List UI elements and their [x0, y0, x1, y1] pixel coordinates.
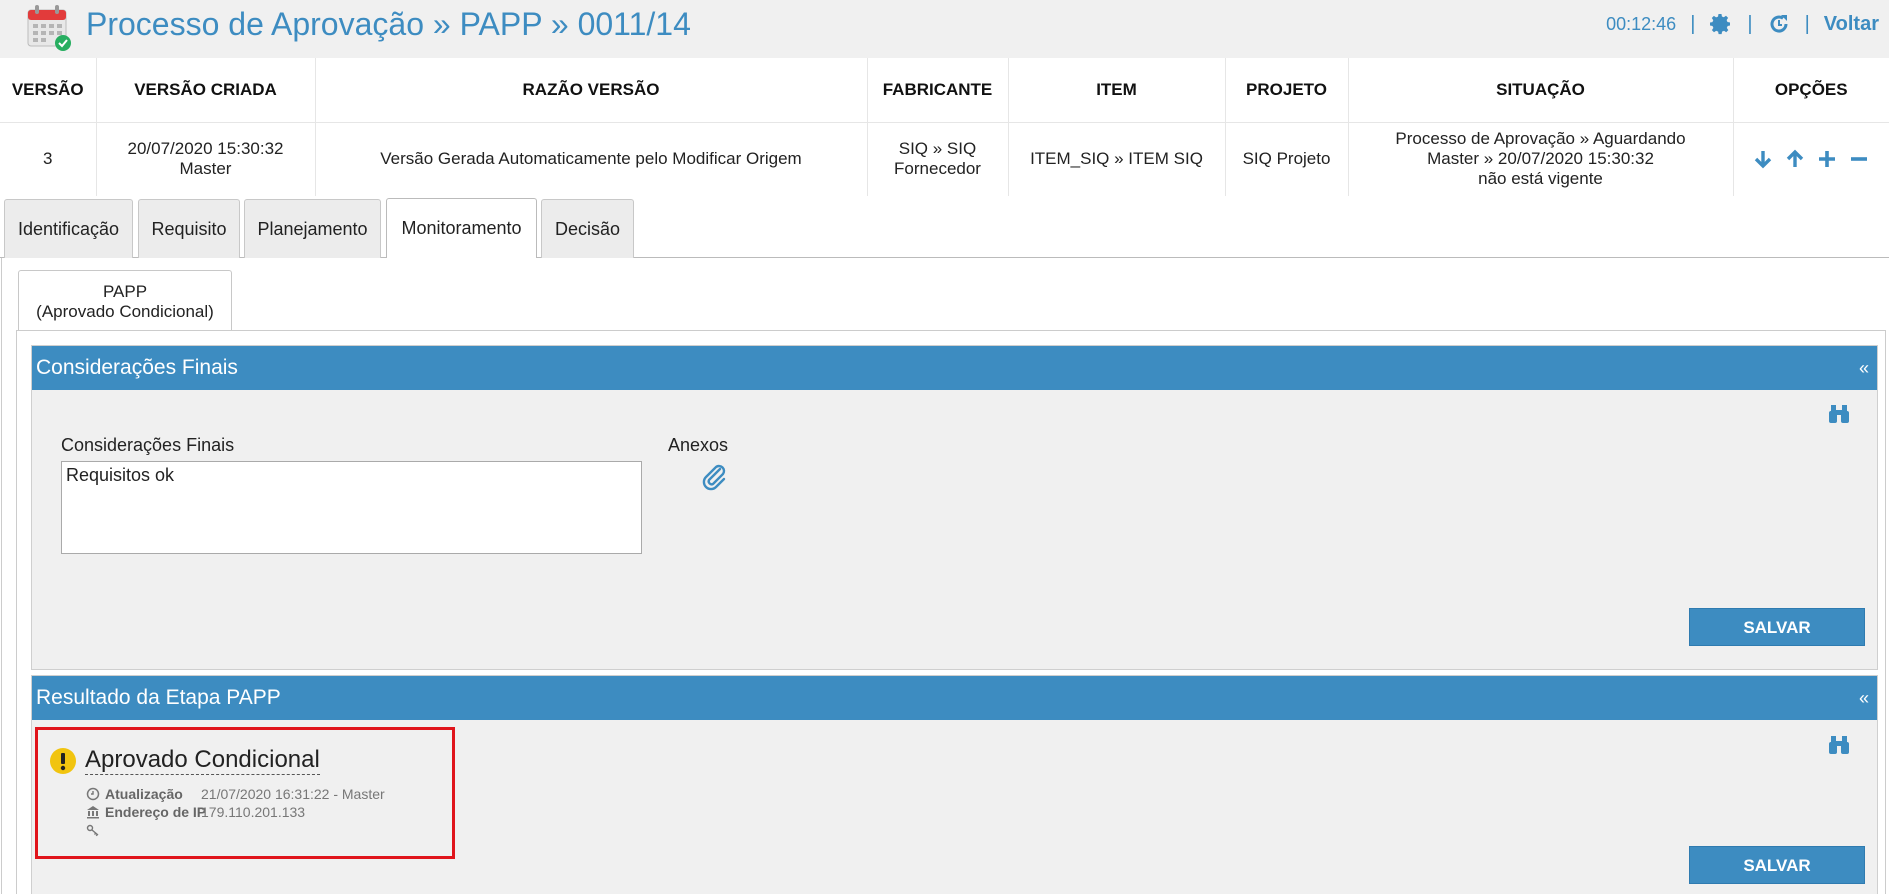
section-title: Considerações Finais: [36, 356, 238, 379]
section-title: Resultado da Etapa PAPP: [36, 686, 281, 709]
column-header: OPÇÕES: [1733, 58, 1889, 123]
tab-decisao[interactable]: Decisão: [541, 199, 634, 258]
minus-icon[interactable]: [1848, 148, 1870, 170]
update-row: Atualização 21/07/2020 16:31:22 - Master: [85, 786, 385, 802]
resultado-section: Resultado da Etapa PAPP « Aprovado Condi…: [31, 675, 1878, 894]
option-icons: [1740, 148, 1884, 170]
section-header[interactable]: Considerações Finais «: [32, 346, 1877, 390]
tab-requisito[interactable]: Requisito: [138, 199, 240, 258]
tab-planejamento[interactable]: Planejamento: [244, 199, 381, 258]
save-button[interactable]: SALVAR: [1689, 608, 1865, 646]
arrow-down-icon[interactable]: [1752, 148, 1774, 170]
key-icon: [86, 824, 99, 837]
clock-icon: [86, 787, 100, 801]
tab-identificacao[interactable]: Identificação: [4, 199, 133, 258]
table-header-row: VERSÃO VERSÃO CRIADA RAZÃO VERSÃO FABRIC…: [0, 58, 1889, 123]
manufacturer-line: Fornecedor: [894, 159, 981, 179]
result-status[interactable]: Aprovado Condicional: [85, 746, 320, 775]
ip-value: 179.110.201.133: [201, 804, 306, 820]
consideracoes-textarea[interactable]: Requisitos ok: [61, 461, 642, 554]
consideracoes-section: Considerações Finais « Considerações Fin…: [31, 345, 1878, 670]
status: Processo de Aprovação » Aguardando Maste…: [1348, 122, 1734, 196]
status-line: Master » 20/07/2020 15:30:32: [1427, 149, 1654, 169]
subtab-title: PAPP: [102, 282, 148, 301]
subtab-papp[interactable]: PAPP (Aprovado Condicional): [18, 270, 232, 330]
tab-content: PAPP (Aprovado Condicional) Consideraçõe…: [1, 258, 1889, 894]
collapse-toggle[interactable]: «: [1859, 346, 1869, 390]
created-date: 20/07/2020 15:30:32: [127, 139, 284, 159]
ip-row: Endereço de IP179.110.201.133: [85, 804, 305, 820]
tab-monitoramento[interactable]: Monitoramento: [386, 198, 537, 258]
session-timer: 00:12:46: [1606, 13, 1677, 34]
version-reason: Versão Gerada Automaticamente pelo Modif…: [315, 122, 868, 196]
item: ITEM_SIQ » ITEM SIQ: [1008, 122, 1226, 196]
subtab-status: (Aprovado Condicional): [36, 302, 214, 321]
field-label: Considerações Finais: [61, 435, 235, 455]
version-table: VERSÃO VERSÃO CRIADA RAZÃO VERSÃO FABRIC…: [0, 58, 1889, 196]
binoculars-icon[interactable]: [1827, 734, 1851, 756]
manufacturer-line: SIQ » SIQ: [898, 139, 977, 159]
status-line: Processo de Aprovação » Aguardando: [1395, 129, 1686, 149]
paperclip-icon[interactable]: [700, 462, 730, 492]
section-header[interactable]: Resultado da Etapa PAPP «: [32, 676, 1877, 720]
column-header: SITUAÇÃO: [1348, 58, 1734, 123]
key-row: [85, 822, 105, 838]
options: [1733, 122, 1889, 196]
separator: |: [1747, 12, 1753, 35]
arrow-up-icon[interactable]: [1784, 148, 1806, 170]
plus-icon[interactable]: [1816, 148, 1838, 170]
collapse-toggle[interactable]: «: [1859, 676, 1869, 720]
project: SIQ Projeto: [1225, 122, 1349, 196]
column-header: PROJETO: [1225, 58, 1349, 123]
gear-icon[interactable]: [1709, 12, 1733, 36]
page-header: Processo de Aprovação » PAPP » 0011/14 0…: [0, 0, 1889, 58]
separator: |: [1690, 12, 1696, 35]
column-header: FABRICANTE: [867, 58, 1009, 123]
created-user: Master: [179, 159, 232, 179]
calendar-check-icon: [27, 5, 71, 51]
bank-icon: [87, 806, 99, 819]
column-header: RAZÃO VERSÃO: [315, 58, 868, 123]
update-value: 21/07/2020 16:31:22 - Master: [201, 786, 385, 802]
header-actions: 00:12:46 | | | Voltar: [1606, 12, 1879, 36]
main-tabs: Identificação Requisito Planejamento Mon…: [0, 196, 1889, 258]
separator: |: [1804, 12, 1810, 35]
warning-icon: [50, 748, 76, 774]
version-number: 3: [0, 122, 97, 196]
column-header: ITEM: [1008, 58, 1226, 123]
binoculars-icon[interactable]: [1827, 403, 1851, 425]
column-header: VERSÃO CRIADA: [96, 58, 316, 123]
table-row: 3 20/07/2020 15:30:32 Master Versão Gera…: [0, 122, 1889, 196]
column-header: VERSÃO: [0, 58, 97, 123]
result-highlight: Aprovado Condicional Atualização 21/07/20…: [35, 727, 455, 859]
subtab-panel: Considerações Finais « Considerações Fin…: [16, 330, 1886, 894]
back-link[interactable]: Voltar: [1824, 13, 1879, 36]
attachments-label: Anexos: [668, 435, 729, 455]
page-title: Processo de Aprovação » PAPP » 0011/14: [86, 6, 691, 42]
ip-key: Endereço de IP: [105, 804, 207, 820]
status-line: não está vigente: [1478, 169, 1603, 189]
update-key: Atualização: [105, 786, 183, 802]
save-button[interactable]: SALVAR: [1689, 846, 1865, 884]
version-created: 20/07/2020 15:30:32 Master: [96, 122, 316, 196]
manufacturer: SIQ » SIQ Fornecedor: [867, 122, 1009, 196]
refresh-icon[interactable]: [1767, 12, 1791, 36]
